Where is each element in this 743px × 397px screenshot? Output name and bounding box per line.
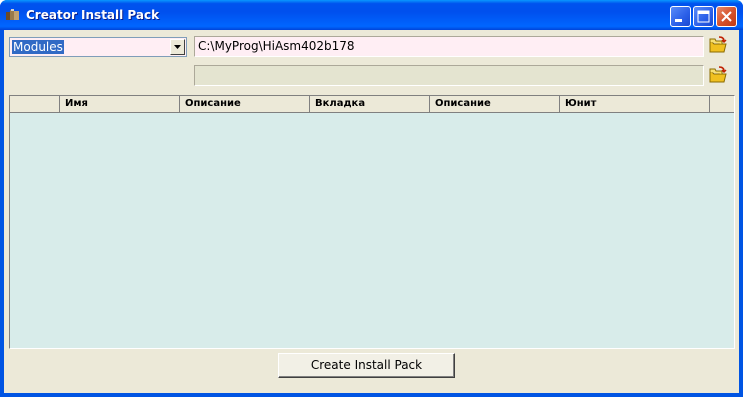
window-title: Creator Install Pack	[26, 8, 160, 22]
module-type-selected: Modules	[12, 40, 64, 54]
table-header: Имя Описание Вкладка Описание Юнит	[10, 96, 734, 113]
minimize-icon	[675, 19, 682, 22]
column-header-description[interactable]: Описание	[180, 96, 310, 113]
secondary-path-input[interactable]	[194, 65, 704, 86]
column-header-filler	[710, 96, 734, 113]
column-header-description-2[interactable]: Описание	[430, 96, 560, 113]
column-header-indicator[interactable]	[10, 96, 60, 113]
column-header-tab[interactable]: Вкладка	[310, 96, 430, 113]
title-bar[interactable]: Creator Install Pack	[0, 0, 743, 30]
components-table[interactable]: Имя Описание Вкладка Описание Юнит	[9, 95, 735, 349]
combo-dropdown-button[interactable]	[170, 39, 185, 55]
open-folder-icon[interactable]	[709, 36, 727, 54]
column-header-unit[interactable]: Юнит	[560, 96, 710, 113]
chevron-down-icon	[174, 45, 181, 49]
close-button[interactable]	[716, 6, 737, 27]
app-window: Creator Install Pack Modules C:\MyProg\H…	[0, 0, 743, 397]
path-value: C:\MyProg\HiAsm402b178	[198, 39, 355, 53]
path-input[interactable]: C:\MyProg\HiAsm402b178	[194, 36, 704, 57]
module-type-combobox[interactable]: Modules	[9, 37, 187, 57]
close-icon	[721, 11, 732, 22]
maximize-icon	[697, 10, 710, 23]
column-header-name[interactable]: Имя	[60, 96, 180, 113]
maximize-button[interactable]	[693, 6, 714, 27]
open-folder-icon[interactable]	[709, 66, 727, 84]
create-install-pack-button[interactable]: Create Install Pack	[278, 353, 455, 378]
client-area: Modules C:\MyProg\HiAsm402b178 Имя Описа…	[4, 30, 739, 393]
minimize-button[interactable]	[670, 6, 691, 27]
app-icon	[6, 9, 19, 20]
